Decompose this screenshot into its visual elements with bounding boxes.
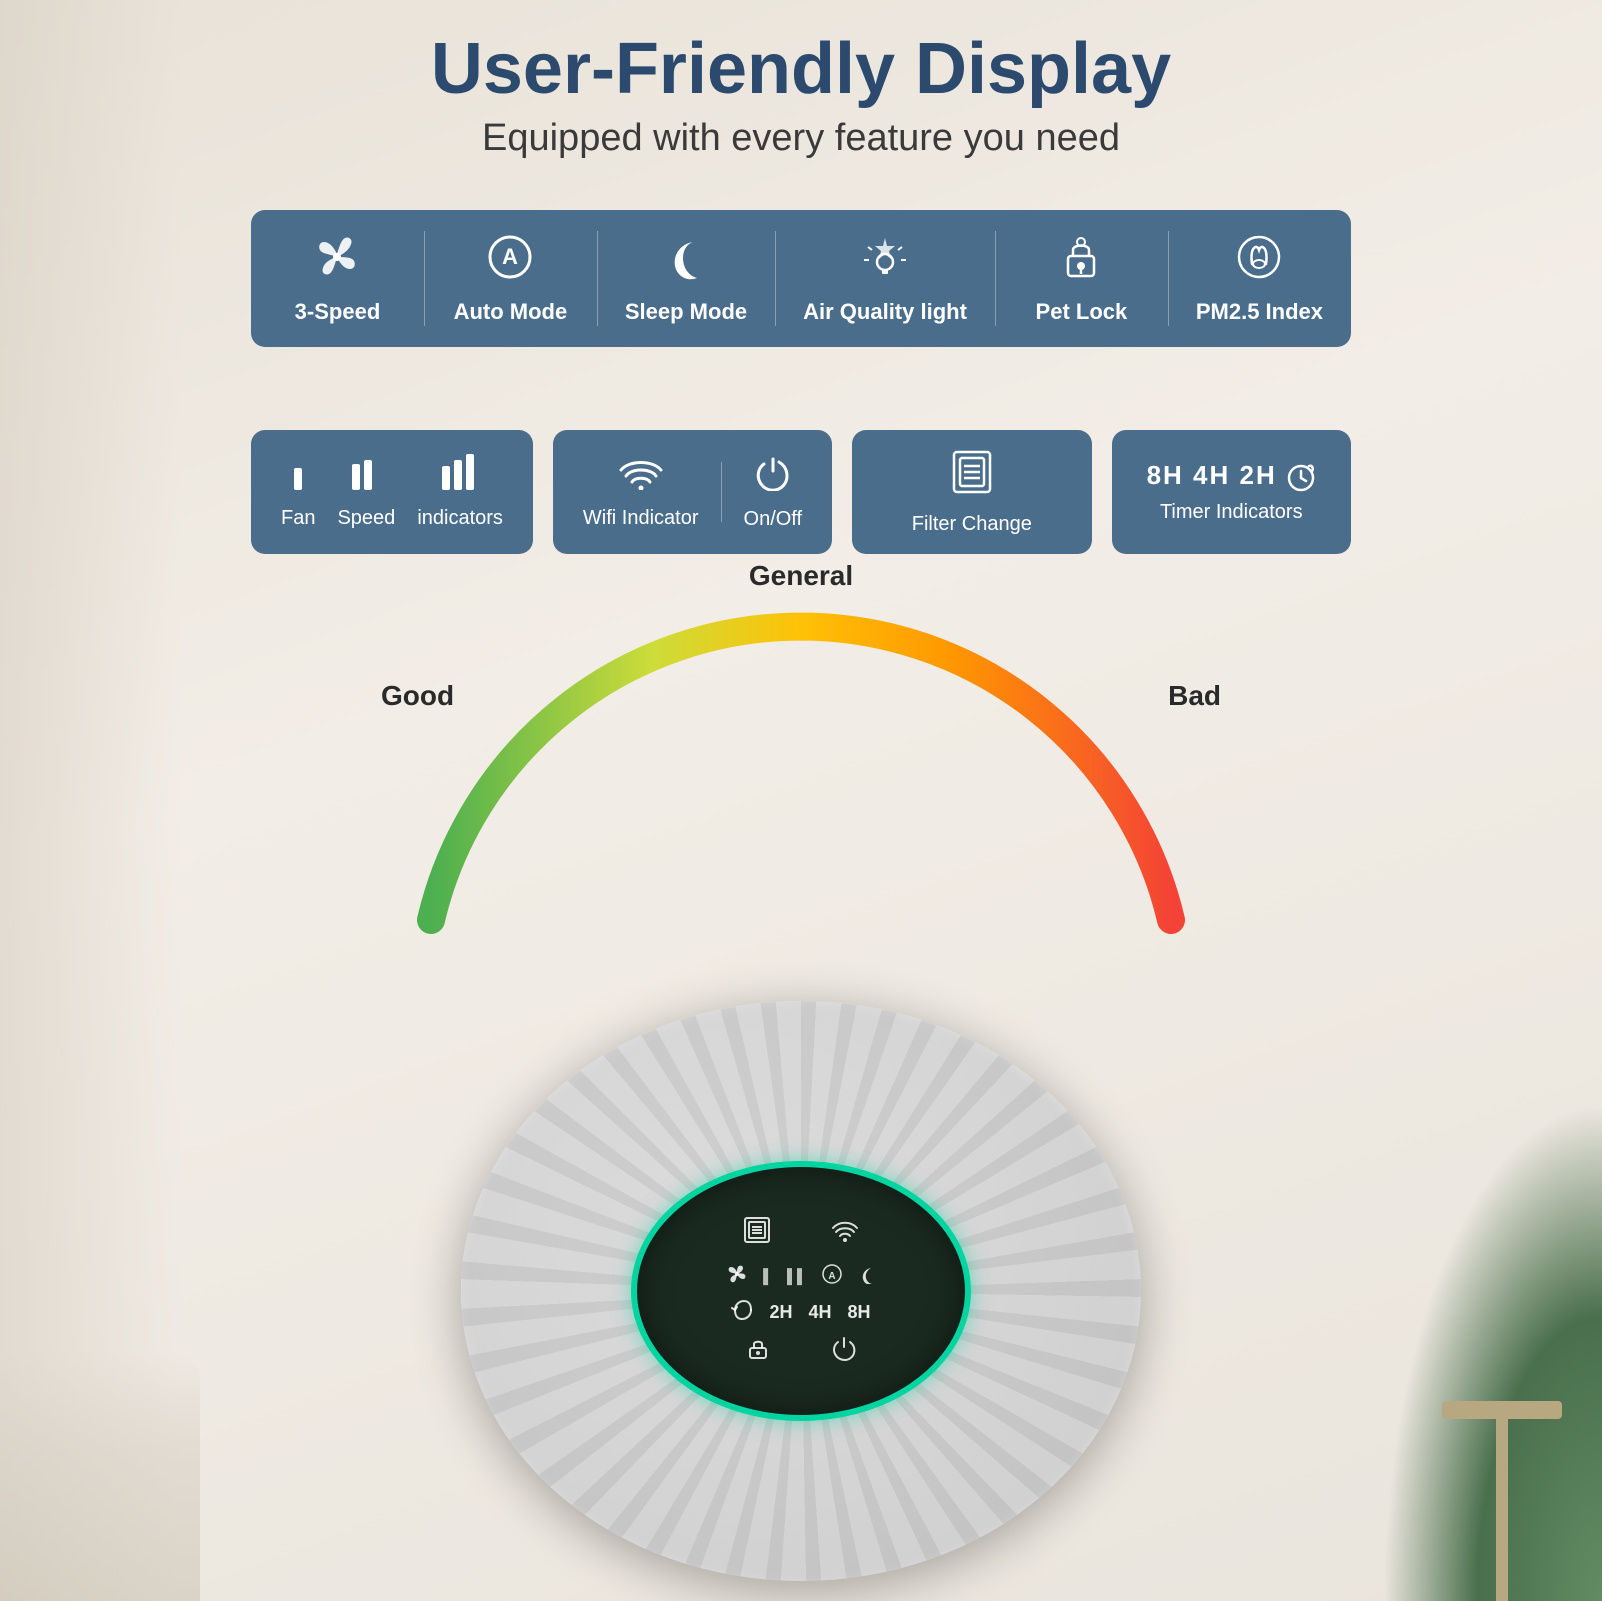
wifi-indicator-item: Wifi Indicator	[583, 454, 699, 530]
feature-pet-lock: Pet Lock	[995, 210, 1168, 347]
arc-svg	[351, 560, 1251, 940]
feature-pet-lock-label: Pet Lock	[1036, 299, 1128, 325]
main-title: User-Friendly Display	[0, 30, 1602, 109]
timer-label: Timer Indicators	[1160, 501, 1303, 524]
svg-text:A: A	[502, 244, 518, 269]
panel-timer-row: 2H 4H 8H	[731, 1299, 870, 1327]
arc-container: General Good Bad	[351, 560, 1251, 940]
onoff-label: On/Off	[744, 508, 803, 531]
air-quality-icon	[860, 232, 910, 289]
panel-mid-row: ▌ ▌▌ A	[725, 1262, 877, 1291]
panel-filter-icon	[743, 1216, 771, 1250]
wifi-divider	[721, 462, 722, 522]
filter-change-label: Filter Change	[912, 513, 1032, 536]
fan-bar2-icon	[352, 454, 380, 499]
panel-bar2-icon: ▌▌	[787, 1268, 807, 1284]
fan-speed-box: Fan Speed indicators	[251, 430, 533, 554]
panel-power-icon	[831, 1335, 857, 1367]
pm25-icon	[1234, 232, 1284, 289]
panel-fan-icon	[725, 1262, 749, 1291]
panel-wifi-icon	[831, 1216, 859, 1250]
header-section: User-Friendly Display Equipped with ever…	[0, 30, 1602, 160]
fan-bar2-label: Speed	[337, 507, 395, 530]
table-leg	[1496, 1419, 1508, 1601]
panel-8h-label: 8H	[848, 1302, 871, 1323]
feature-pm25: PM2.5 Index	[1168, 210, 1351, 347]
purifier-panel: ▌ ▌▌ A	[631, 1161, 971, 1421]
panel-top-row	[743, 1216, 859, 1250]
panel-moon-icon	[857, 1264, 877, 1289]
side-table	[1442, 1401, 1562, 1601]
panel-4h-label: 4H	[808, 1302, 831, 1323]
fan-bar3-label: indicators	[417, 507, 503, 530]
onoff-icon	[754, 453, 792, 500]
feature-air-quality-label: Air Quality light	[803, 299, 967, 325]
panel-auto-icon: A	[821, 1263, 843, 1290]
panel-timer-rotate-icon	[731, 1299, 753, 1327]
wifi-icon	[619, 454, 663, 499]
subtitle: Equipped with every feature you need	[0, 117, 1602, 160]
feature-pm25-label: PM2.5 Index	[1196, 299, 1323, 325]
fan-bar2: Speed	[337, 454, 395, 530]
wifi-onoff-box: Wifi Indicator On/Off	[553, 430, 832, 554]
wifi-label: Wifi Indicator	[583, 507, 699, 530]
onoff-item: On/Off	[744, 453, 803, 531]
filter-change-box: Filter Change	[852, 430, 1091, 554]
auto-mode-icon: A	[485, 232, 535, 289]
svg-text:A: A	[828, 1271, 835, 1282]
fan-icon	[312, 232, 362, 289]
table-surface	[1442, 1401, 1562, 1419]
air-purifier: ▌ ▌▌ A	[441, 981, 1161, 1601]
feature-auto-label: Auto Mode	[454, 299, 568, 325]
feature-sleep-mode: Sleep Mode	[597, 210, 775, 347]
timer-box: 8H 4H 2H Timer Indicators	[1112, 430, 1351, 554]
timer-item: 8H 4H 2H Timer Indicators	[1147, 460, 1316, 523]
panel-2h-label: 2H	[769, 1302, 792, 1323]
fan-bar3: indicators	[417, 454, 503, 530]
feature-air-quality: Air Quality light	[775, 210, 995, 347]
fan-bar1: Fan	[281, 454, 315, 530]
fan-bar1-label: Fan	[281, 507, 315, 530]
arc-section: General Good Bad	[0, 560, 1602, 940]
feature-3speed: 3-Speed	[251, 210, 424, 347]
device-section: ▌ ▌▌ A	[351, 901, 1251, 1601]
timer-icon: 8H 4H 2H	[1147, 460, 1316, 492]
feature-3speed-label: 3-Speed	[295, 299, 381, 325]
sleep-mode-icon	[661, 232, 711, 289]
filter-change-item: Filter Change	[912, 448, 1032, 536]
fan-bar1-icon	[288, 454, 308, 499]
features-row2: Fan Speed indicators	[251, 430, 1351, 554]
panel-lock-icon	[745, 1335, 771, 1367]
filter-change-icon	[948, 448, 996, 505]
feature-sleep-label: Sleep Mode	[625, 299, 747, 325]
feature-auto-mode: A Auto Mode	[424, 210, 597, 347]
pet-lock-icon	[1056, 232, 1106, 289]
couch-decoration	[0, 1351, 200, 1601]
fan-bar3-icon	[442, 454, 478, 499]
features-row1: 3-Speed A Auto Mode Sleep Mode	[251, 210, 1351, 347]
panel-bar1-icon: ▌	[763, 1268, 773, 1284]
panel-bottom-row	[745, 1335, 857, 1367]
